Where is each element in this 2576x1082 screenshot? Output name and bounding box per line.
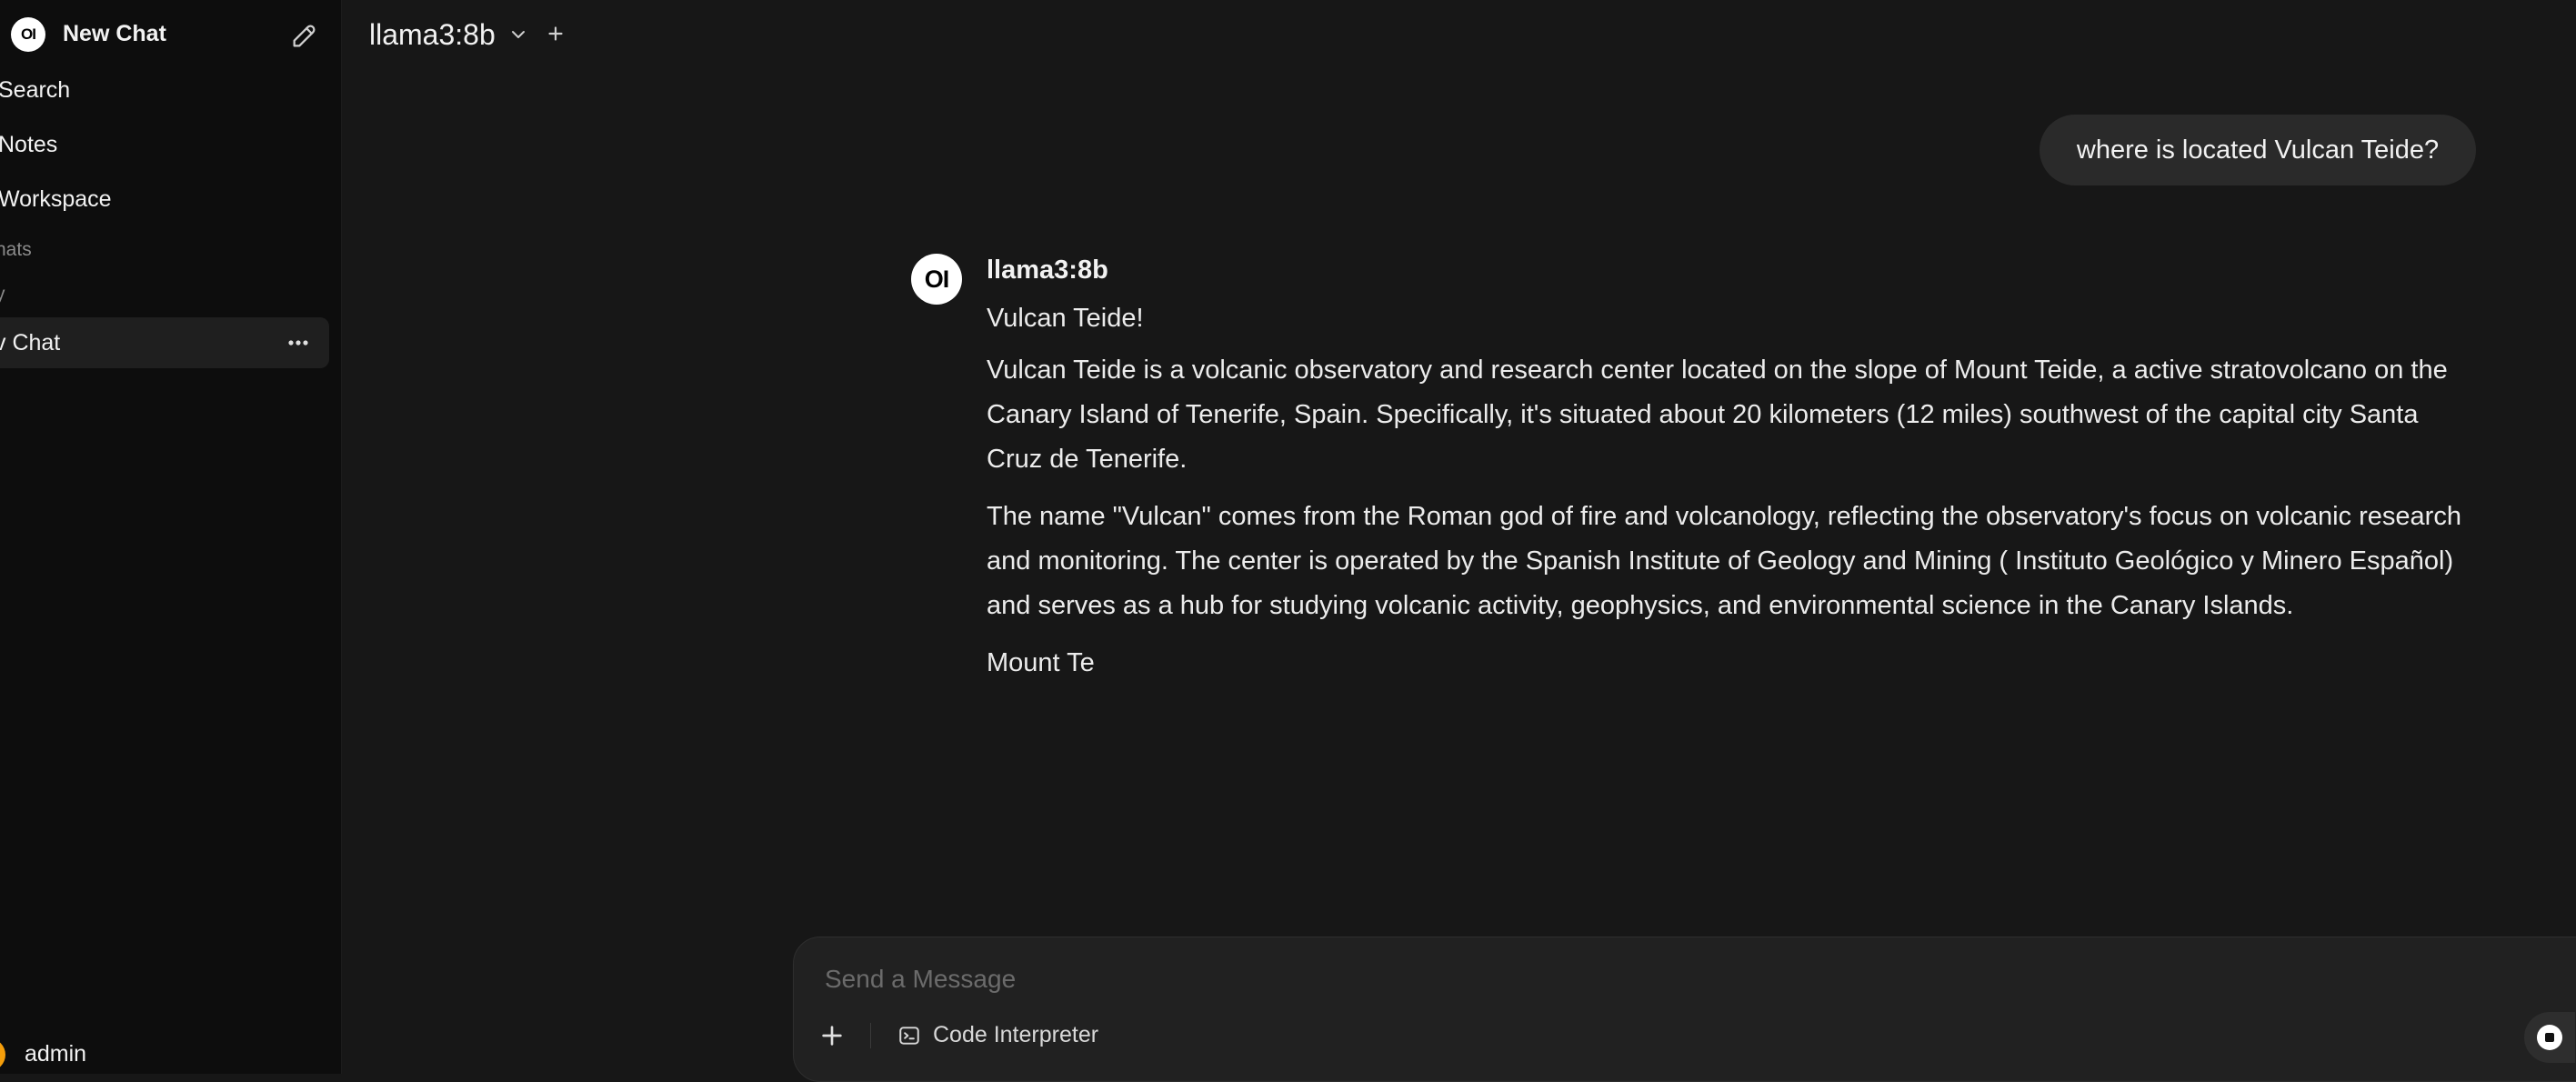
stop-icon [2537, 1025, 2562, 1050]
chat-item-title: v Chat [0, 330, 61, 356]
chevron-down-icon[interactable] [507, 24, 529, 45]
user-avatar[interactable] [0, 1038, 5, 1071]
app-logo[interactable]: OI [11, 17, 45, 52]
stop-square [2545, 1033, 2554, 1042]
code-interpreter-toggle[interactable]: Code Interpreter [933, 1022, 1098, 1048]
assistant-avatar: OI [911, 254, 962, 305]
assistant-paragraph: Mount Te [987, 648, 1095, 677]
assistant-message: Vulcan Teide! Vulcan Teide is a volcanic… [987, 296, 2478, 698]
new-chat-label[interactable]: New Chat [63, 21, 166, 47]
chat-group-label: y [0, 284, 5, 306]
user-name[interactable]: admin [25, 1041, 86, 1067]
sidebar-item-notes[interactable]: Notes [0, 132, 57, 158]
message-composer: Code Interpreter [793, 937, 2576, 1082]
more-options-icon[interactable] [284, 328, 313, 357]
assistant-paragraph: The name "Vulcan" comes from the Roman g… [987, 502, 2461, 620]
sidebar-item-workspace[interactable]: Workspace [0, 186, 112, 213]
message-input[interactable] [823, 961, 2460, 997]
user-message: where is located Vulcan Teide? [2040, 115, 2476, 185]
terminal-icon[interactable] [897, 1024, 921, 1047]
plus-icon[interactable] [817, 1021, 847, 1050]
composer-divider [870, 1023, 871, 1048]
sidebar: OI New Chat Search Notes Workspace hats … [0, 0, 342, 1074]
chats-section-label: hats [0, 239, 32, 260]
chat-list-item[interactable]: v Chat [0, 317, 329, 368]
assistant-paragraph: Vulcan Teide is a volcanic observatory a… [987, 356, 2448, 474]
sidebar-header: OI New Chat [0, 0, 341, 71]
assistant-name: llama3:8b [987, 255, 1108, 285]
edit-icon[interactable] [289, 20, 320, 51]
stop-button[interactable] [2524, 1012, 2575, 1063]
assistant-paragraph: Vulcan Teide! [987, 304, 1144, 333]
add-model-icon[interactable] [544, 22, 567, 45]
sidebar-item-search[interactable]: Search [0, 77, 70, 104]
model-selector[interactable]: llama3:8b [369, 18, 496, 52]
